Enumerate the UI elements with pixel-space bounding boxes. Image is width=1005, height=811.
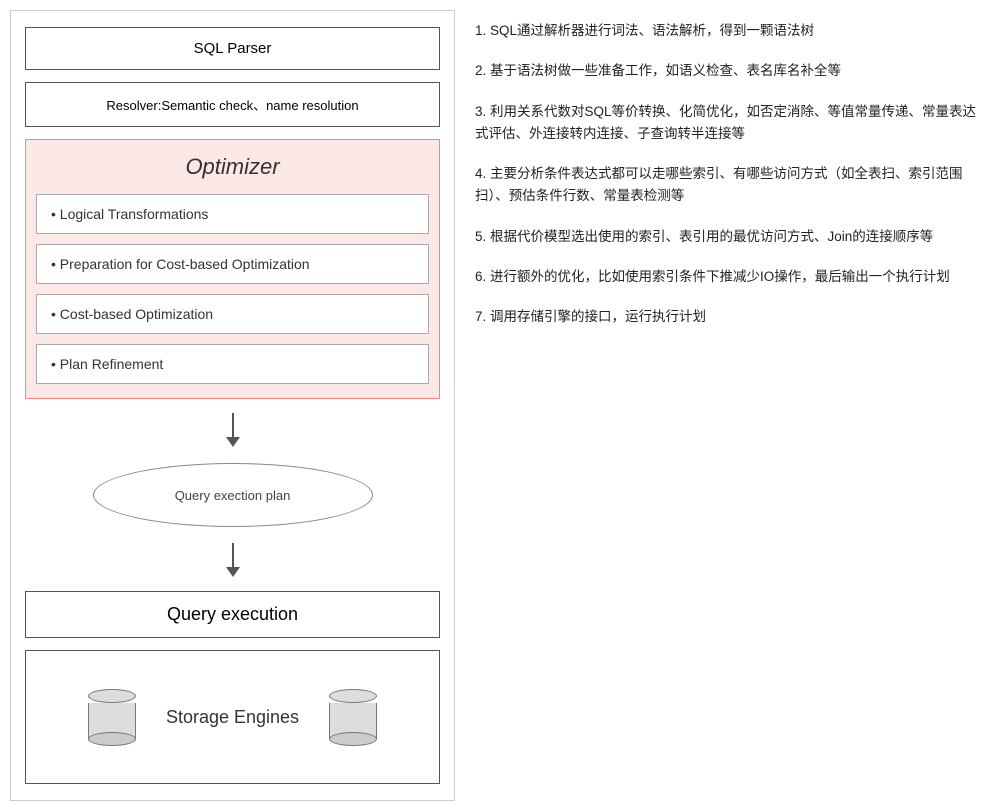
optimizer-item-1: • Logical Transformations (36, 194, 429, 234)
arrow-head-2 (226, 567, 240, 577)
query-plan-label: Query exection plan (175, 488, 291, 503)
resolver-label: Resolver:Semantic check、name resolution (106, 98, 358, 113)
query-plan-ellipse: Query exection plan (93, 463, 373, 527)
query-plan-container: Query exection plan (25, 463, 440, 527)
optimizer-title: Optimizer (36, 154, 429, 180)
note-7: 7. 调用存储引擎的接口，运行执行计划 (475, 306, 985, 328)
note-4: 4. 主要分析条件表达式都可以走哪些索引、有哪些访问方式（如全表扫、索引范围扫）… (475, 163, 985, 208)
optimizer-item-3: • Cost-based Optimization (36, 294, 429, 334)
optimizer-item-4: • Plan Refinement (36, 344, 429, 384)
query-execution-label: Query execution (167, 604, 298, 624)
right-panel: 1. SQL通过解析器进行词法、语法解析，得到一颗语法树 2. 基于语法树做一些… (455, 0, 1005, 811)
optimizer-box: Optimizer • Logical Transformations • Pr… (25, 139, 440, 399)
arrow-line-2 (232, 543, 234, 567)
db-icon-left (88, 689, 136, 746)
optimizer-item-2: • Preparation for Cost-based Optimizatio… (36, 244, 429, 284)
resolver-box: Resolver:Semantic check、name resolution (25, 82, 440, 127)
sql-parser-label: SQL Parser (194, 40, 272, 57)
note-1: 1. SQL通过解析器进行词法、语法解析，得到一颗语法树 (475, 20, 985, 42)
sql-parser-box: SQL Parser (25, 27, 440, 70)
arrow-line (232, 413, 234, 437)
db-top-right (329, 689, 377, 703)
note-6: 6. 进行额外的优化，比如使用索引条件下推减少IO操作，最后输出一个执行计划 (475, 266, 985, 288)
db-bottom-left (88, 732, 136, 746)
storage-engines-box: Storage Engines (25, 650, 440, 784)
arrow-head (226, 437, 240, 447)
storage-engines-label: Storage Engines (166, 707, 299, 728)
note-2: 2. 基于语法树做一些准备工作，如语义检查、表名库名补全等 (475, 60, 985, 82)
arrow-optimizer-to-plan (25, 413, 440, 447)
query-execution-box: Query execution (25, 591, 440, 638)
arrow-plan-to-execution (25, 543, 440, 577)
db-icon-right (329, 689, 377, 746)
db-bottom-right (329, 732, 377, 746)
note-3: 3. 利用关系代数对SQL等价转换、化简优化，如否定消除、等值常量传递、常量表达… (475, 101, 985, 146)
note-5: 5. 根据代价模型选出使用的索引、表引用的最优访问方式、Join的连接顺序等 (475, 226, 985, 248)
left-panel: SQL Parser Resolver:Semantic check、name … (10, 10, 455, 801)
db-top-left (88, 689, 136, 703)
